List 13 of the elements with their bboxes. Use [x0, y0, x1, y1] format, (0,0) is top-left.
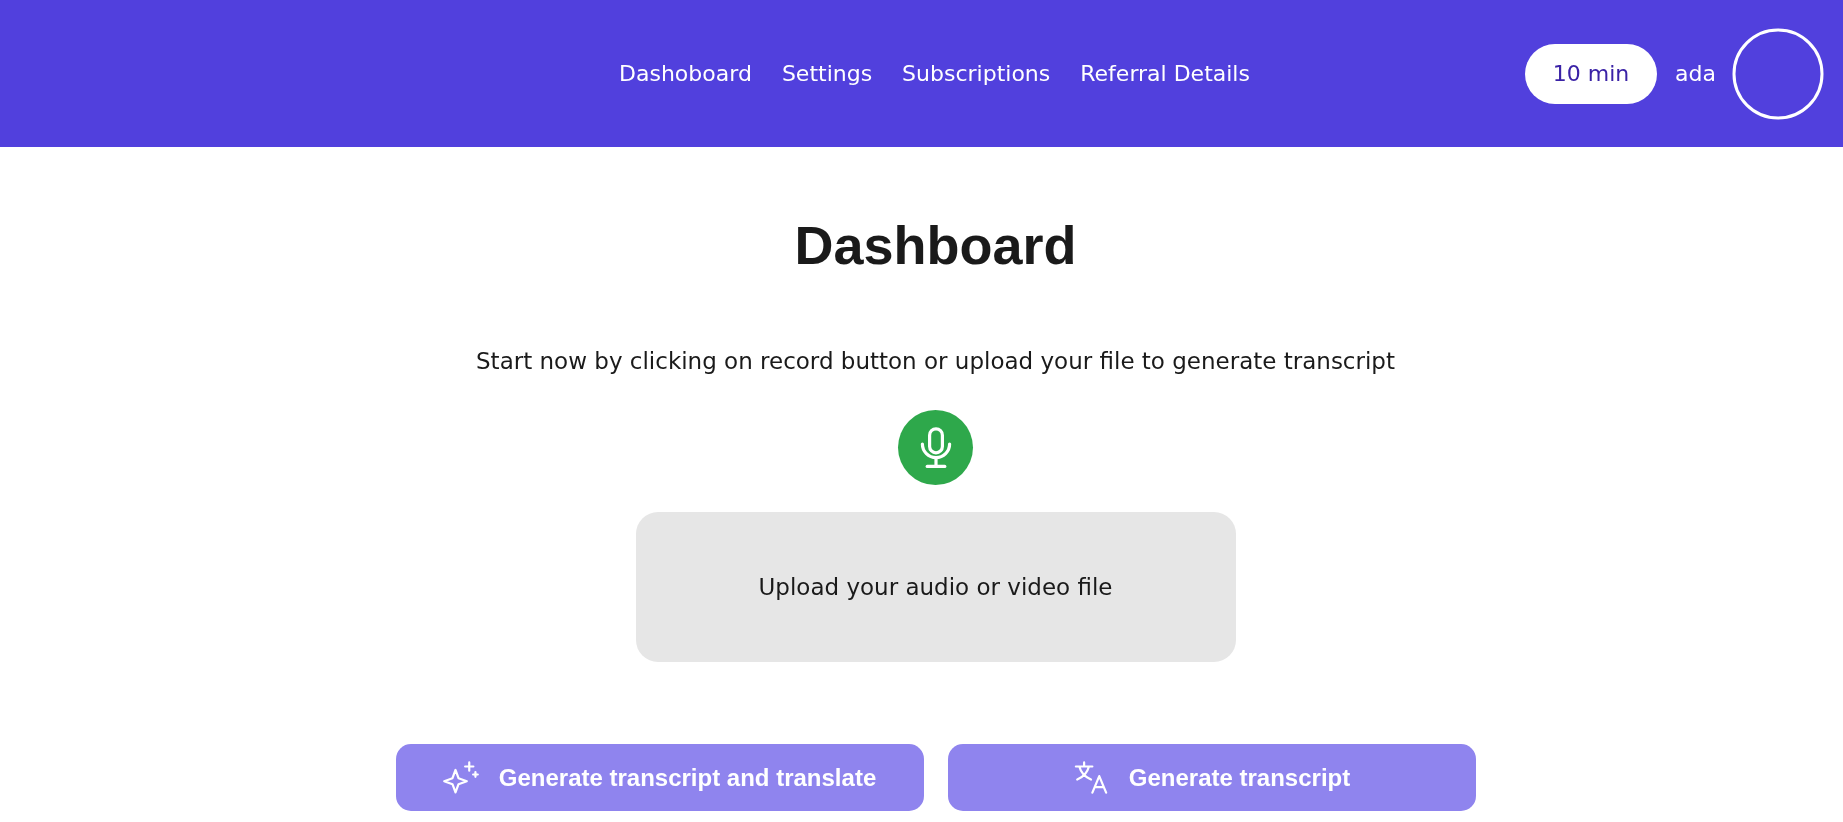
page-title: Dashboard [794, 214, 1077, 277]
upload-dropzone[interactable]: Upload your audio or video file [635, 512, 1236, 662]
sparkle-icon [442, 761, 479, 794]
translate-icon [1072, 761, 1109, 794]
nav-link[interactable]: Referral Details [1080, 57, 1250, 90]
minutes-balance-badge: 10 min [1525, 43, 1658, 104]
nav-link[interactable]: Settings [781, 57, 873, 90]
microphone-icon [919, 426, 952, 469]
nav-link[interactable]: Subscriptions [902, 57, 1051, 90]
instruction-text: Start now by clicking on record button or upload your file to generate transcript [476, 347, 1395, 375]
nav-link[interactable]: Dashoboard [619, 57, 752, 90]
avatar-icon[interactable] [1732, 27, 1824, 120]
username-label[interactable]: ada [1675, 61, 1716, 86]
